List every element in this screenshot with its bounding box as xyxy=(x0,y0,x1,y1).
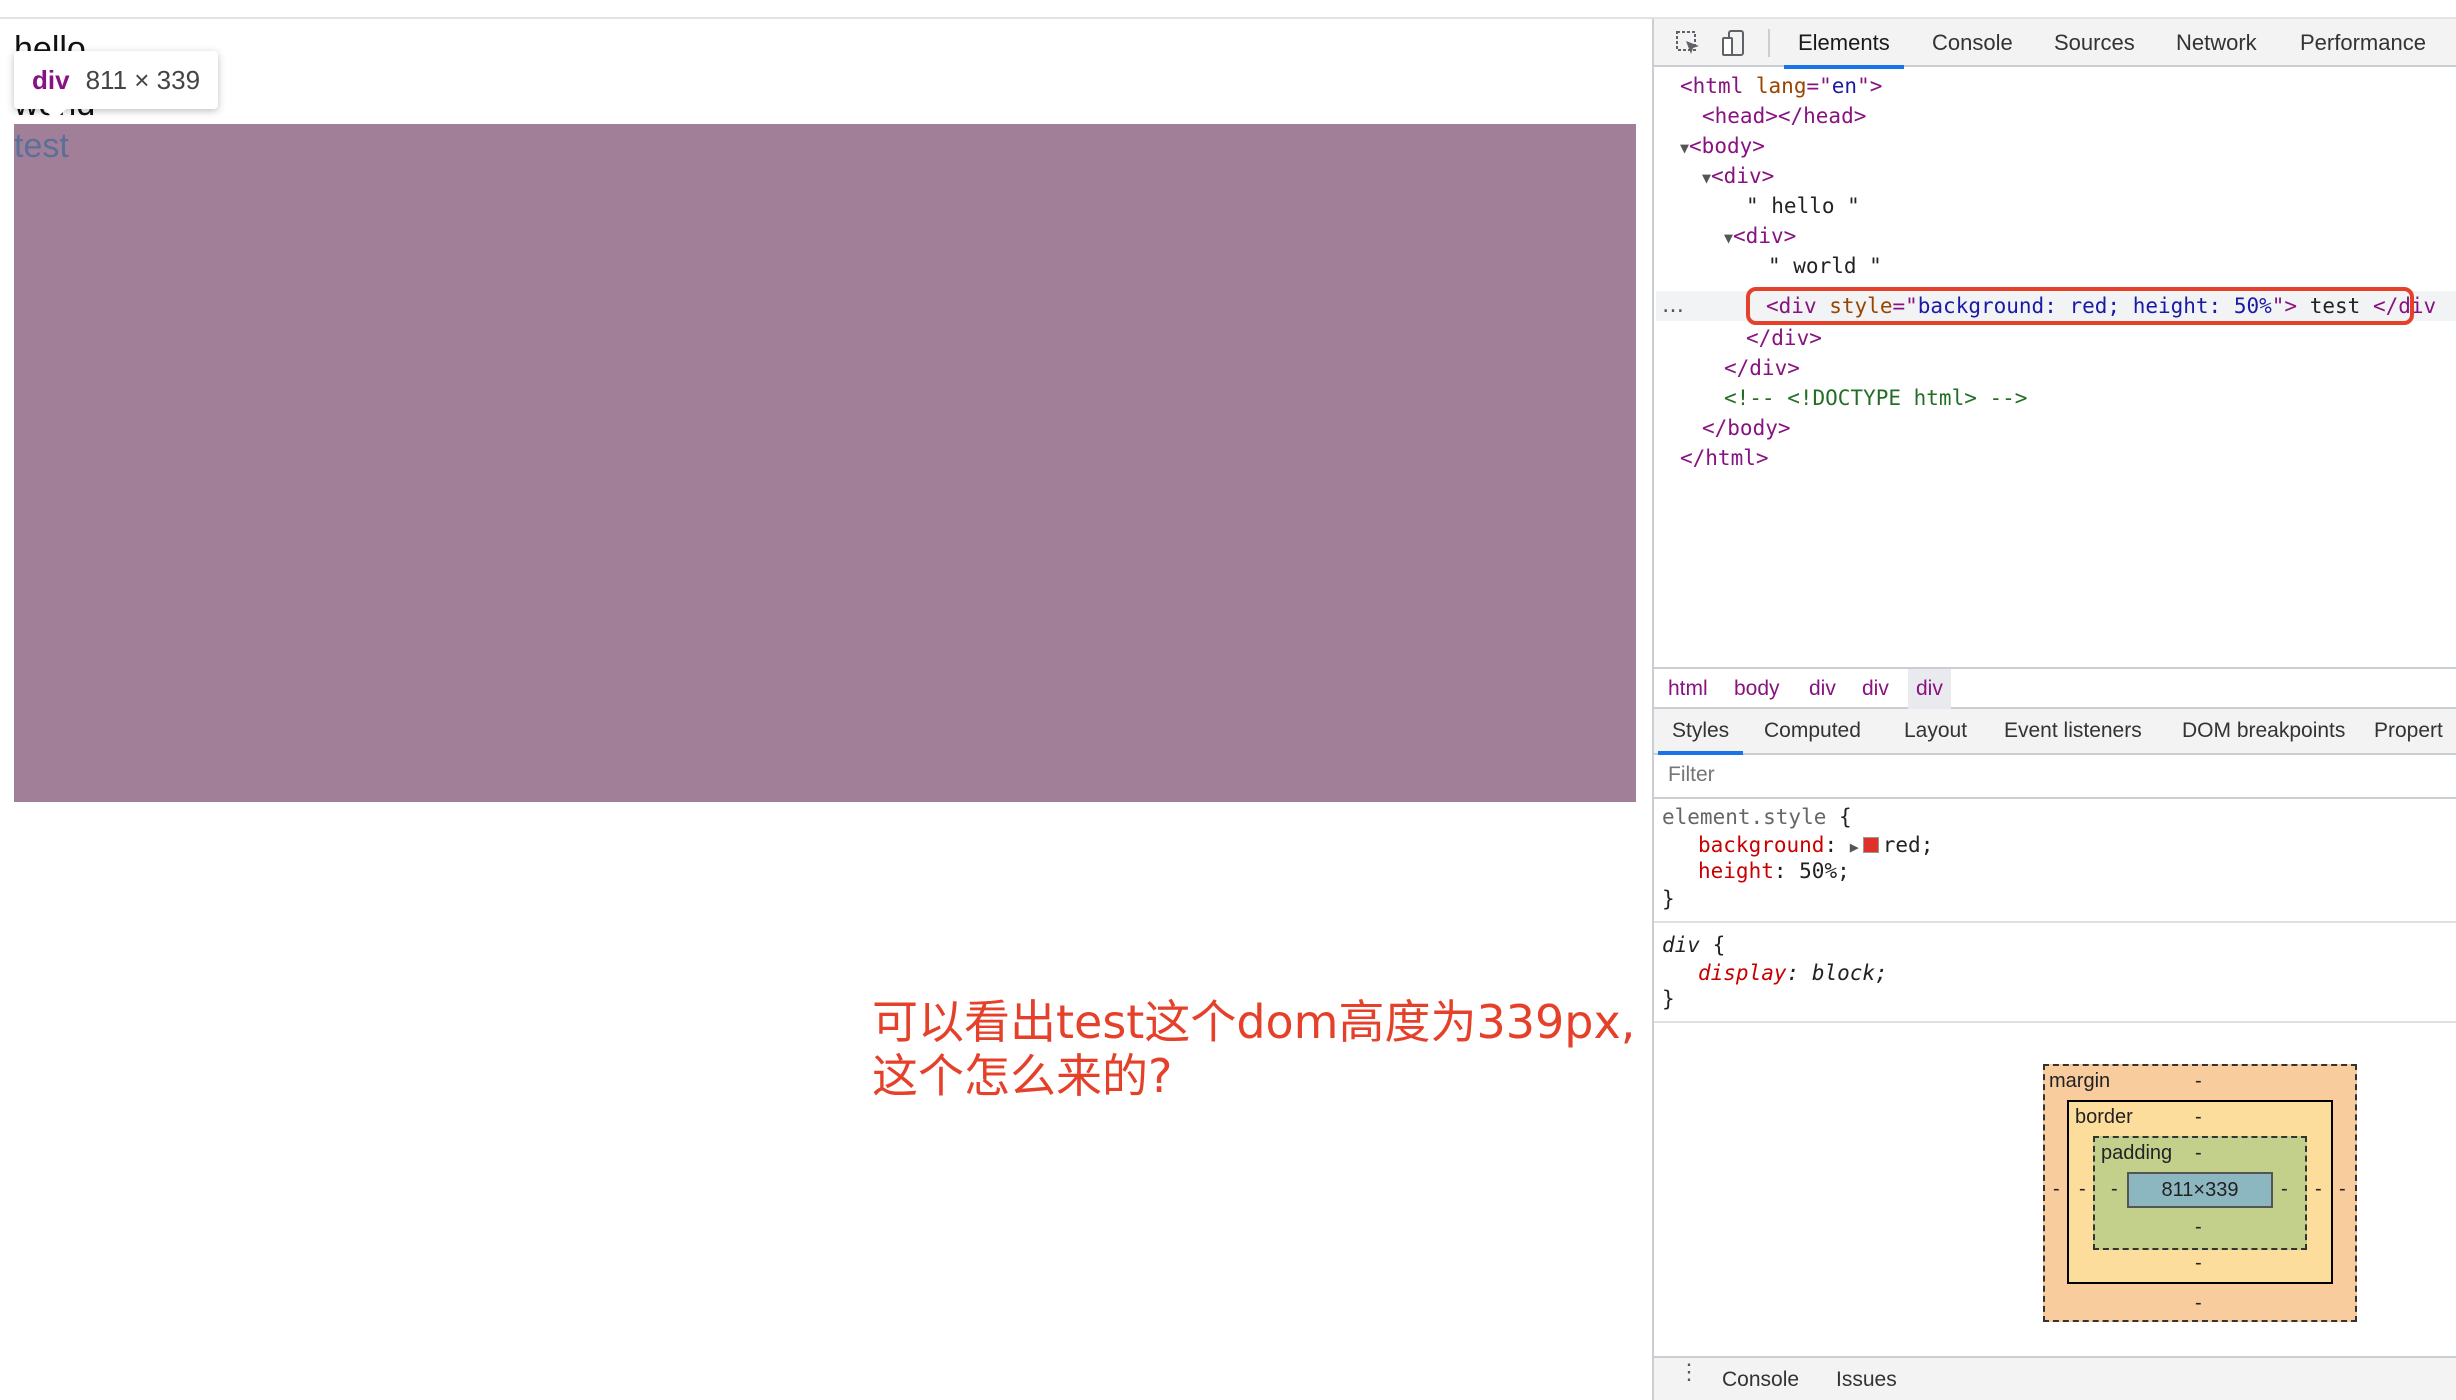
tab-network[interactable]: Network xyxy=(2176,19,2257,67)
tab-elements[interactable]: Elements xyxy=(1784,19,1904,69)
padding-left-value[interactable]: - xyxy=(2111,1178,2118,1201)
tab-layout[interactable]: Layout xyxy=(1904,709,1967,753)
margin-top-value[interactable]: - xyxy=(2195,1070,2202,1093)
annotation-text: 可以看出test这个dom高度为339px, 这个怎么来的? xyxy=(872,995,1636,1103)
drawer-menu-icon[interactable]: ⋮ xyxy=(1678,1361,1700,1383)
dom-inner-div-close[interactable]: </div> xyxy=(1746,323,1822,353)
tooltip-size: 811 × 339 xyxy=(85,64,201,95)
crumb-html[interactable]: html xyxy=(1668,669,1708,709)
crumb-div-2[interactable]: div xyxy=(1862,669,1889,709)
devtools-tabbar: Elements Console Sources Network Perform… xyxy=(1654,19,2456,69)
dom-world-text[interactable]: " world " xyxy=(1768,251,1882,281)
border-label: border xyxy=(2075,1106,2133,1128)
rule-separator xyxy=(1654,1021,2456,1023)
expand-triangle-icon[interactable]: ▼ xyxy=(1680,139,1689,157)
dom-div-open[interactable]: ▼<div> xyxy=(1702,161,1774,191)
padding-top-value[interactable]: - xyxy=(2195,1142,2202,1165)
filter-row xyxy=(1654,755,2456,799)
dom-tree: <html lang="en"> <head></head> ▼<body> ▼… xyxy=(1654,69,2456,669)
border-top-value[interactable]: - xyxy=(2195,1106,2202,1129)
dom-hello-text[interactable]: " hello " xyxy=(1746,191,1860,221)
crumb-div-3[interactable]: div xyxy=(1908,669,1951,709)
tab-styles[interactable]: Styles xyxy=(1657,709,1744,755)
rule-close-brace: } xyxy=(1662,887,1675,911)
tab-dom-breakpoints[interactable]: DOM breakpoints xyxy=(2182,709,2345,753)
crumb-body[interactable]: body xyxy=(1734,669,1780,709)
box-model-content[interactable]: 811×339 xyxy=(2127,1172,2273,1208)
margin-left-value[interactable]: - xyxy=(2053,1178,2060,1201)
rule-height-decl[interactable]: height: 50%; xyxy=(1698,857,1850,885)
expand-triangle-icon[interactable]: ▶ xyxy=(1850,838,1859,856)
tab-sources[interactable]: Sources xyxy=(2054,19,2135,67)
tab-console[interactable]: Console xyxy=(1932,19,2013,67)
rule-div-header[interactable]: div { xyxy=(1662,931,1725,959)
browser-top-strip xyxy=(0,0,2456,19)
expand-triangle-icon[interactable]: ▼ xyxy=(1702,169,1711,187)
dom-html-open[interactable]: <html lang="en"> xyxy=(1680,71,1882,101)
dom-div-close[interactable]: </div> xyxy=(1724,353,1800,383)
tab-performance[interactable]: Performance xyxy=(2300,19,2426,67)
padding-right-value[interactable]: - xyxy=(2281,1178,2288,1201)
border-bottom-value[interactable]: - xyxy=(2195,1252,2202,1275)
dom-body-close[interactable]: </body> xyxy=(1702,413,1791,443)
rule-close-brace: } xyxy=(1662,987,1675,1011)
tab-properties[interactable]: Propert xyxy=(2374,709,2443,753)
more-actions-icon[interactable]: … xyxy=(1662,293,1684,318)
rule-element-style-header[interactable]: element.style { xyxy=(1662,803,1852,831)
dom-body-open[interactable]: ▼<body> xyxy=(1680,131,1765,161)
styles-tabbar: Styles Computed Layout Event listeners D… xyxy=(1654,709,2456,755)
margin-label: margin xyxy=(2049,1070,2111,1092)
breadcrumb: html body div div div xyxy=(1654,667,2456,709)
test-text: test xyxy=(14,127,69,165)
color-swatch-icon[interactable] xyxy=(1862,836,1879,853)
dom-head[interactable]: <head></head> xyxy=(1702,101,1866,131)
inspect-tooltip: div 811 × 339 xyxy=(14,51,219,120)
tooltip-tag-name: div xyxy=(32,64,70,95)
rule-background-decl[interactable]: background: ▶ red; xyxy=(1698,831,1933,859)
drawer-tab-console[interactable]: Console xyxy=(1722,1358,1799,1400)
rule-separator xyxy=(1654,921,2456,923)
margin-bottom-value[interactable]: - xyxy=(2195,1292,2202,1315)
crumb-div-1[interactable]: div xyxy=(1809,669,1836,709)
dom-inner-div-open[interactable]: ▼<div> xyxy=(1724,221,1796,251)
expand-triangle-icon[interactable]: ▼ xyxy=(1724,229,1733,247)
device-toolbar-icon[interactable] xyxy=(1720,29,1748,57)
rule-display-decl[interactable]: display: block; xyxy=(1698,959,1888,987)
devtools-panel: Elements Console Sources Network Perform… xyxy=(1652,19,2456,1400)
tab-computed[interactable]: Computed xyxy=(1764,709,1861,753)
drawer-tab-issues[interactable]: Issues xyxy=(1836,1358,1897,1400)
padding-bottom-value[interactable]: - xyxy=(2195,1216,2202,1239)
page-viewport: hello world test div 811 × 339 可以看出test这… xyxy=(0,19,1652,1400)
border-right-value[interactable]: - xyxy=(2315,1178,2322,1201)
dom-html-close[interactable]: </html> xyxy=(1680,443,1769,473)
devtools-drawer: ⋮ Console Issues xyxy=(1654,1356,2456,1400)
tooltip-arrow xyxy=(44,109,66,120)
styles-filter-input[interactable] xyxy=(1668,763,1968,787)
dom-comment[interactable]: <!-- <!DOCTYPE html> --> xyxy=(1724,383,2027,413)
element-highlight-overlay xyxy=(14,124,1636,802)
inspect-element-icon[interactable] xyxy=(1674,29,1702,57)
toolbar-separator xyxy=(1768,29,1770,57)
tab-event-listeners[interactable]: Event listeners xyxy=(2004,709,2142,753)
padding-label: padding xyxy=(2101,1142,2173,1164)
annotation-red-outline xyxy=(1746,287,2414,325)
screenshot-root: hello world test div 811 × 339 可以看出test这… xyxy=(0,0,2456,1400)
margin-right-value[interactable]: - xyxy=(2339,1178,2346,1201)
border-left-value[interactable]: - xyxy=(2079,1178,2086,1201)
